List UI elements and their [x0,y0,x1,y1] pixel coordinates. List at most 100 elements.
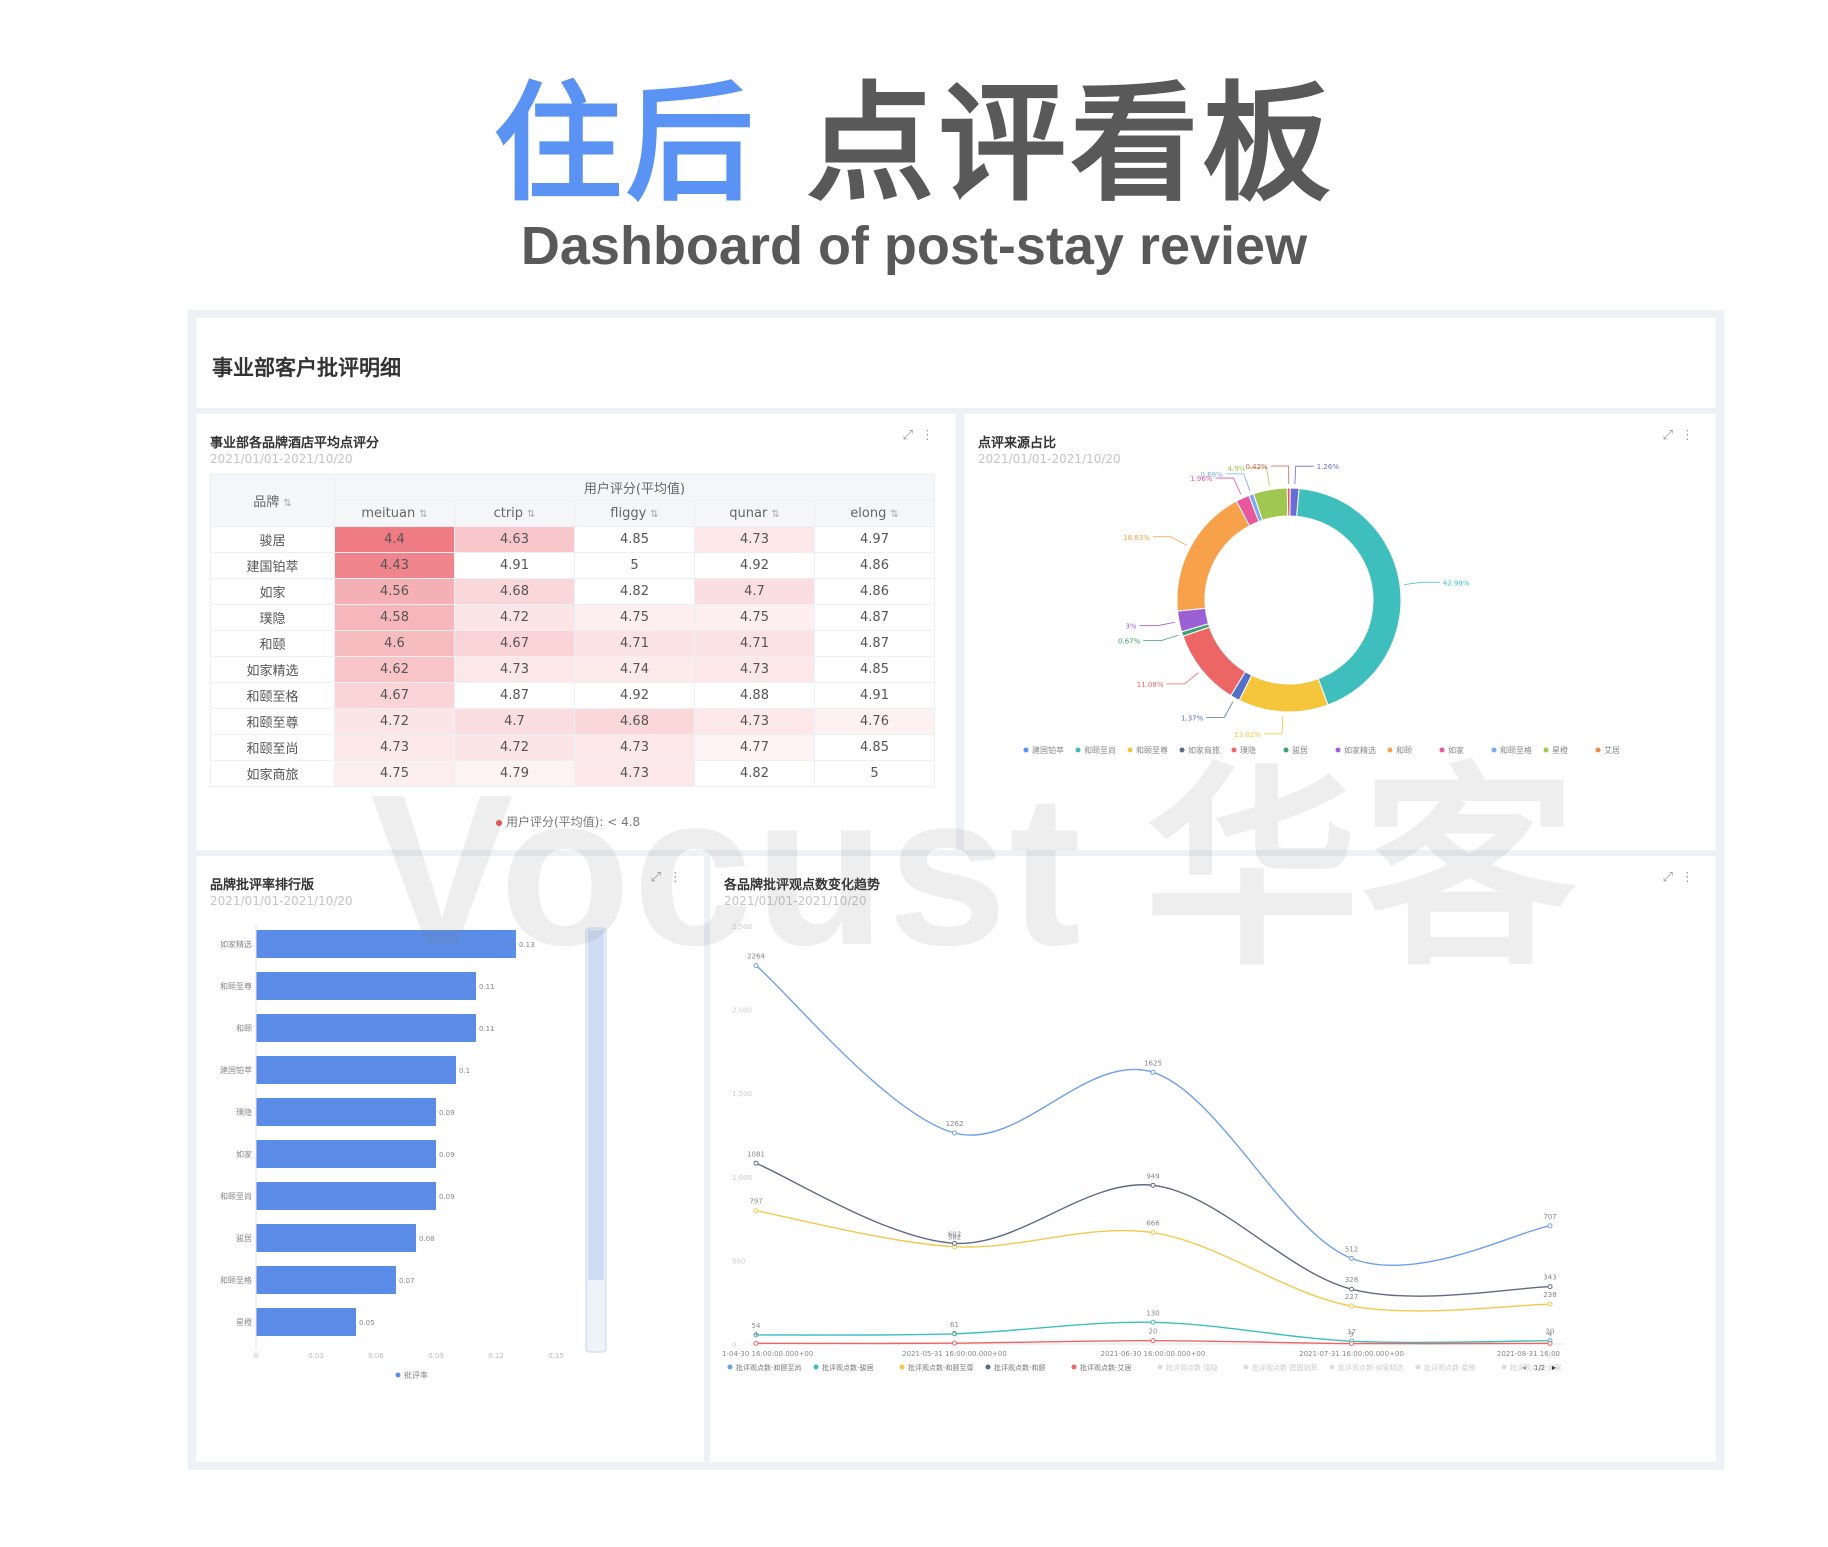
legend-marker [985,1364,991,1370]
column-header-fliggy[interactable]: fliggy ⇅ [574,500,695,527]
score-cell: 4.87 [814,604,935,631]
line-chart[interactable]: 0 500 1,000 1,500 2,000 2,500 1-04-30 16:00:00… [710,856,1716,1462]
legend-label: 璞隐 [1240,745,1256,755]
bar[interactable] [256,1098,436,1126]
bar-category-label: 和颐至格 [220,1275,252,1285]
legend-label: 批评观点数-建国铂萃 [1252,1363,1318,1372]
bar[interactable] [256,1224,416,1252]
card-source-share: 点评来源占比 2021/01/01-2021/10/20 ⤢⋮ 42.99% 13… [964,414,1716,850]
x-tick-label: 2021-05-31 16:00:00.000+00 [902,1350,1007,1358]
bar-category-label: 建国铂萃 [220,1065,252,1075]
point-value-label: 2264 [747,952,765,960]
score-cell: 4.73 [334,734,455,761]
y-tick-label: 1,000 [732,1174,752,1182]
point-value-label: 54 [752,1322,761,1330]
series-point [1547,1223,1553,1229]
donut-slice-label: 1.37% [1181,714,1204,722]
bar[interactable] [256,930,516,958]
bar[interactable] [256,1266,396,1294]
score-cell: 4.91 [814,682,935,709]
bar-value-label: 0.09 [439,1193,455,1201]
brand-cell: 建国铂萃 [210,552,335,579]
score-cell: 5 [814,760,935,787]
point-value-label: 797 [749,1198,762,1206]
bar-value-label: 0.09 [439,1151,455,1159]
donut-slice-label: 13.02% [1234,731,1261,739]
legend-label: 批评观点数-艾居 [1080,1363,1132,1372]
legend-marker [1595,747,1601,753]
donut-slice[interactable] [1182,626,1247,697]
x-tick-label: 2021-07-31 16:00:00.000+00 [1299,1350,1404,1358]
bar-value-label: 0.1 [459,1067,470,1075]
more-icon[interactable]: ⋮ [921,428,942,443]
table-row: 璞隐 4.58 4.72 4.75 4.75 4.87 [210,604,935,631]
bar[interactable] [256,1308,356,1336]
donut-slice[interactable] [1238,674,1329,713]
score-cell: 4.6 [334,630,455,657]
point-value-label: 1625 [1144,1059,1162,1067]
legend-label: 如家商旅 [1188,745,1220,755]
expand-icon[interactable]: ⤢ [903,428,921,443]
bar-value-label: 0.11 [479,1025,495,1033]
table-row: 如家精选 4.62 4.73 4.74 4.73 4.85 [210,656,935,683]
point-value-label: 61 [950,1321,959,1329]
point-value-label: 5 [952,1330,956,1338]
legend-label: 建国铂萃 [1032,745,1064,755]
sort-icon[interactable]: ⇅ [650,509,658,520]
hero-title-gray: 点评看板 [806,70,1335,219]
donut-slice[interactable] [1176,500,1251,612]
donut-leader-line [1152,536,1187,546]
bar[interactable] [256,1014,476,1042]
donut-chart[interactable]: 42.99%13.02%1.37%11.08%0.67%3%18.83%1.96… [964,414,1716,850]
legend-prev-icon[interactable]: ◂ [1522,1363,1526,1372]
sort-icon[interactable]: ⇅ [890,509,898,520]
sort-icon[interactable]: ⇅ [419,509,427,520]
column-header-meituan[interactable]: meituan ⇅ [334,500,455,527]
bar-value-label: 0.09 [439,1109,455,1117]
series-point [1547,1340,1553,1346]
sort-icon[interactable]: ⇅ [771,509,779,520]
hero-title-blue: 住后 [493,70,758,219]
hero-header: 住后 点评看板 Dashboard of post-stay review [0,70,1828,276]
bar[interactable] [256,972,476,1000]
point-value-label: 1262 [946,1120,964,1128]
sort-icon[interactable]: ⇅ [527,509,535,520]
sort-icon[interactable]: ⇅ [283,498,291,509]
donut-leader-line [1166,672,1199,685]
brand-cell: 如家精选 [210,656,335,683]
donut-slice[interactable] [1296,487,1402,706]
column-header-qunar[interactable]: qunar ⇅ [694,500,815,527]
bar[interactable] [256,1140,436,1168]
column-header-elong[interactable]: elong ⇅ [814,500,935,527]
table-scroll-area[interactable]: 品牌 ⇅ 用户评分(平均值) meituan ⇅ ctrip ⇅ fliggy ⇅ quna… [210,474,948,792]
score-cell: 4.68 [454,578,575,605]
legend-marker [727,1364,733,1370]
score-cell: 4.75 [574,604,695,631]
brand-cell: 和颐至尊 [210,708,335,735]
point-value-label: 238 [1543,1291,1556,1299]
score-cell: 4.67 [334,682,455,709]
score-cell: 4.85 [814,734,935,761]
point-value-label: 130 [1146,1309,1159,1317]
legend-label: 星橙 [1552,745,1568,755]
score-cell: 4.71 [694,630,815,657]
y-tick-label: 1,500 [732,1090,752,1098]
column-header-ctrip[interactable]: ctrip ⇅ [454,500,575,527]
brand-column-header[interactable]: 品牌 ⇅ [210,474,335,527]
brand-cell: 和颐至尚 [210,734,335,761]
bar[interactable] [256,1056,456,1084]
score-cell: 4.72 [334,708,455,735]
legend-marker [1439,747,1445,753]
bar[interactable] [256,1182,436,1210]
range-slider-selection [588,930,604,1280]
bar-chart[interactable]: 如家精选 0.13 和颐至尊 0.11 和颐 0.11 建国铂萃 0.1 璞隐 0.09 如家 0.0… [196,856,704,1462]
point-value-label: 602 [948,1230,961,1238]
point-value-label: 328 [1345,1276,1358,1284]
x-tick-label: 0.12 [488,1352,504,1360]
series-point [1150,1338,1156,1344]
legend-label: 艾居 [1604,746,1620,755]
legend-label: 批评观点数-骏居 [822,1363,874,1372]
x-tick-label: 2021-06-30 16:00:00.000+00 [1101,1350,1206,1358]
score-cell: 4.73 [454,656,575,683]
legend-next-icon[interactable]: ▸ [1552,1363,1556,1372]
